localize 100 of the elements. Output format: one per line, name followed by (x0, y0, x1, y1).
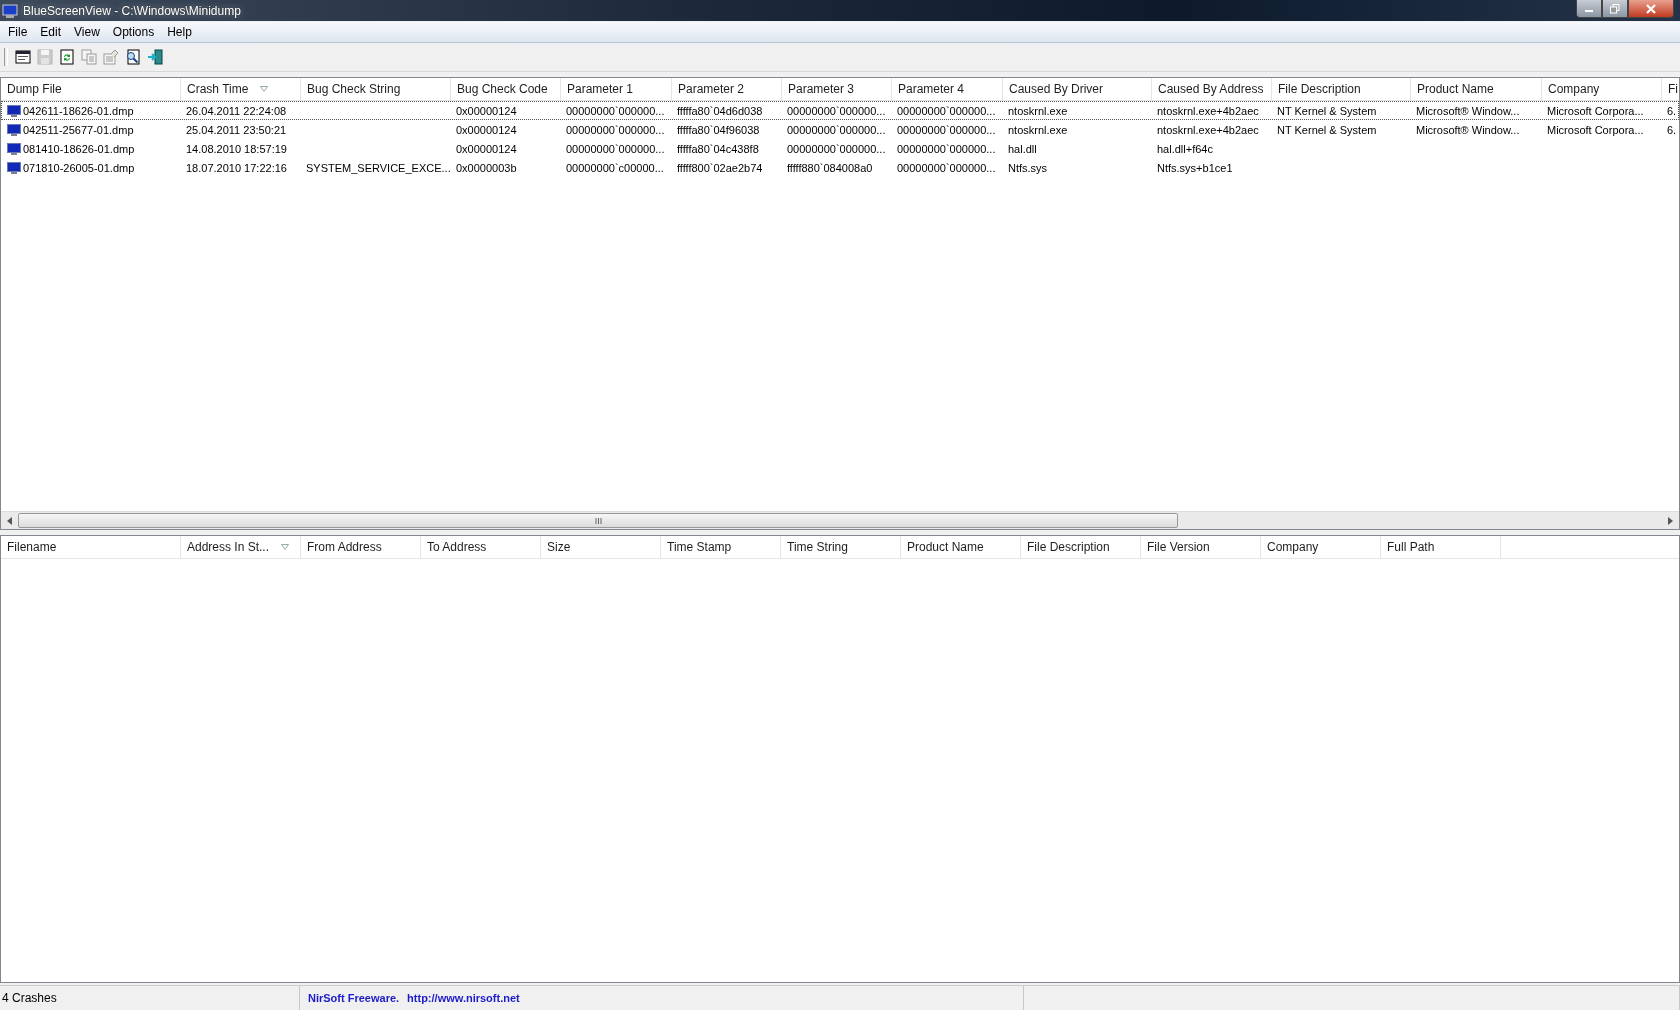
table-cell: 0x00000124 (456, 142, 517, 155)
column-header[interactable]: Full Path (1381, 536, 1501, 558)
column-label: To Address (427, 540, 487, 554)
table-row[interactable]: 081410-18626-01.dmp 14.08.2010 18:57:19 0x00000124 00000000`000000... fffffa80`04c438f8 00000000`000000... 00000000`000000... hal.dll hal.dll+f64c (1, 139, 1679, 158)
table-cell: 00000000`000000... (566, 104, 665, 117)
table-cell: 26.04.2011 22:24:08 (186, 104, 287, 117)
column-header[interactable]: Parameter 3 (782, 78, 892, 100)
column-header[interactable]: Parameter 2 (672, 78, 782, 100)
sort-arrow-icon (260, 86, 269, 92)
menu-item[interactable]: Edit (34, 24, 68, 40)
column-header[interactable]: Caused By Driver (1003, 78, 1152, 100)
table-cell: 0x00000124 (456, 104, 517, 117)
menu-item[interactable]: Help (161, 24, 198, 40)
menu-item[interactable]: View (68, 24, 106, 40)
minimize-button[interactable] (1576, 0, 1602, 18)
column-label: From Address (307, 540, 382, 554)
column-label: Company (1548, 82, 1600, 96)
column-header[interactable]: Product Name (901, 536, 1021, 558)
column-label: Parameter 1 (567, 82, 634, 96)
table-cell: 14.08.2010 18:57:19 (186, 142, 287, 155)
column-header[interactable]: From Address (301, 536, 421, 558)
column-label: Company (1267, 540, 1319, 554)
monitor-icon (7, 142, 21, 155)
column-header[interactable]: Fi (1662, 78, 1679, 100)
column-header[interactable]: Parameter 1 (561, 78, 672, 100)
column-header[interactable]: Size (541, 536, 661, 558)
table-cell: 00000000`000000... (897, 161, 996, 174)
column-header[interactable]: To Address (421, 536, 541, 558)
table-cell: 00000000`c00000... (566, 161, 664, 174)
column-header[interactable]: Bug Check Code (451, 78, 561, 100)
column-header[interactable]: Dump File (1, 78, 181, 100)
focused-row[interactable] (1, 101, 1679, 120)
magnifier-icon (125, 49, 141, 65)
column-label: Time String (787, 540, 848, 554)
monitor-icon (7, 123, 21, 136)
table-cell: Microsoft Corpora... (1547, 104, 1644, 117)
column-header[interactable]: Company (1542, 78, 1662, 100)
column-header[interactable]: File Description (1272, 78, 1411, 100)
table-cell: fffffa80`04d6d038 (677, 104, 763, 117)
column-header[interactable]: Parameter 4 (892, 78, 1003, 100)
column-label: Fi (1668, 82, 1678, 96)
close-button[interactable] (1628, 0, 1674, 18)
column-label: Filename (7, 540, 57, 554)
table-cell: 6. (1667, 104, 1677, 117)
table-cell: 6. (1667, 123, 1677, 136)
column-header[interactable]: Time String (781, 536, 901, 558)
table-cell: ntoskrnl.exe (1008, 104, 1068, 117)
column-label: Parameter 3 (788, 82, 855, 96)
column-label: Address In St... (187, 540, 270, 554)
table-cell: 25.04.2011 23:50:21 (186, 123, 287, 136)
column-header[interactable]: File Version (1141, 536, 1261, 558)
column-header[interactable]: Company (1261, 536, 1381, 558)
table-cell: 042511-25677-01.dmp (23, 123, 134, 136)
copy-icon (81, 49, 97, 65)
column-header[interactable]: Bug Check String (301, 78, 451, 100)
table-cell: Ntfs.sys+b1ce1 (1157, 161, 1233, 174)
column-label: Product Name (1417, 82, 1494, 96)
column-label: Size (547, 540, 571, 554)
table-cell: hal.dll (1008, 142, 1037, 155)
column-label: Bug Check Code (457, 82, 548, 96)
column-header[interactable]: Address In St... (181, 536, 301, 558)
column-label: Parameter 2 (678, 82, 745, 96)
table-cell: Ntfs.sys (1008, 161, 1048, 174)
properties-icon (103, 49, 119, 65)
monitor-icon (7, 104, 21, 117)
horizontal-scrollbar[interactable] (1, 511, 1679, 529)
column-header[interactable]: Caused By Address (1152, 78, 1272, 100)
maximize-button[interactable] (1602, 0, 1628, 18)
window-icon (15, 49, 31, 65)
column-header[interactable]: File Description (1021, 536, 1141, 558)
column-label: Crash Time (187, 82, 249, 96)
table-cell: ntoskrnl.exe (1008, 123, 1068, 136)
credit-text: NirSoft Freeware. (308, 992, 400, 1004)
column-label: Bug Check String (307, 82, 401, 96)
table-cell: Microsoft® Window... (1416, 104, 1520, 117)
column-header[interactable]: Product Name (1411, 78, 1542, 100)
column-header[interactable]: Crash Time (181, 78, 301, 100)
table-row[interactable]: 071810-26005-01.dmp 18.07.2010 17:22:16 SYSTEM_SERVICE_EXCE... 0x0000003b 00000000`c00000... fffff800`02ae2b74 fffff880`084008a0 00000000`000000... Ntfs.sys Ntfs.sys+b1ce1 (1, 158, 1679, 177)
table-cell: 081410-18626-01.dmp (23, 142, 135, 155)
column-label: File Description (1027, 540, 1110, 554)
crash-count: 4 Crashes (2, 991, 57, 1005)
scroll-left-icon (7, 516, 12, 525)
table-cell: Microsoft® Window... (1416, 123, 1520, 136)
table-cell: NT Kernel & System (1277, 104, 1377, 117)
table-cell: 00000000`000000... (897, 104, 996, 117)
column-label: Parameter 4 (898, 82, 965, 96)
sort-arrow-icon (281, 544, 290, 550)
table-cell: fffff880`084008a0 (787, 161, 873, 174)
menu-item[interactable]: File (2, 24, 34, 40)
scrollbar-thumb[interactable] (18, 513, 1178, 528)
column-label: File Version (1147, 540, 1210, 554)
table-cell: SYSTEM_SERVICE_EXCE... (306, 161, 451, 174)
column-label: Dump File (7, 82, 62, 96)
menu-item[interactable]: Options (106, 24, 161, 40)
column-header[interactable]: Filename (1, 536, 181, 558)
refresh-icon (59, 49, 75, 65)
column-header[interactable]: Time Stamp (661, 536, 781, 558)
table-cell: 042611-18626-01.dmp (23, 104, 134, 117)
website-link[interactable]: http://www.nirsoft.net (407, 992, 520, 1004)
table-cell: 00000000`000000... (787, 123, 886, 136)
